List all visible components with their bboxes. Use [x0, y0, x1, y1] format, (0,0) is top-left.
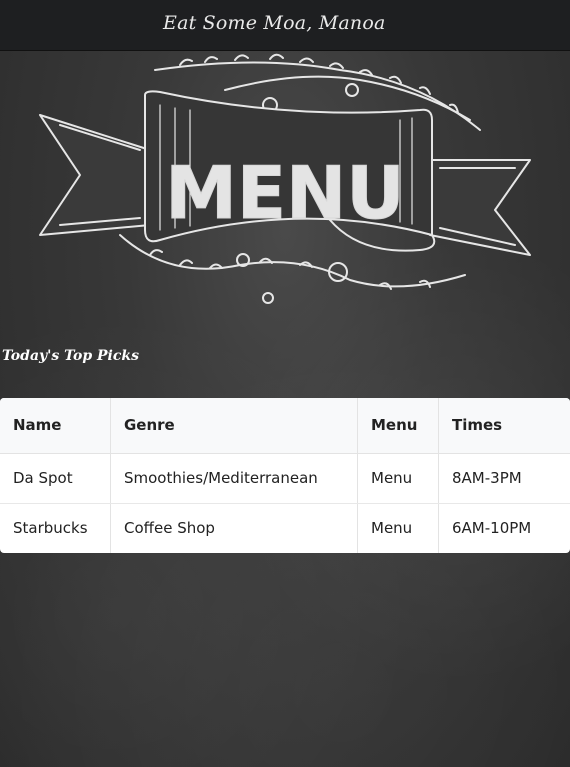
table-row: Da Spot Smoothies/Mediterranean Menu 8AM… — [0, 453, 570, 504]
cell-genre: Coffee Shop — [110, 503, 358, 553]
menu-link[interactable]: Menu — [357, 503, 439, 553]
cell-times: 8AM-3PM — [438, 453, 570, 504]
top-picks-table: Name Genre Menu Times Da Spot Smoothies/… — [0, 398, 570, 553]
navbar: Eat Some Moa, Manoa — [0, 0, 570, 51]
brand-title[interactable]: Eat Some Moa, Manoa — [163, 12, 386, 34]
table-header-row: Name Genre Menu Times — [0, 398, 570, 454]
cell-name: Da Spot — [0, 453, 111, 504]
header-menu: Menu — [357, 398, 439, 454]
menu-banner-illustration: MENU — [0, 50, 570, 340]
header-genre: Genre — [110, 398, 358, 454]
table-row: Starbucks Coffee Shop Menu 6AM-10PM — [0, 503, 570, 553]
cell-genre: Smoothies/Mediterranean — [110, 453, 358, 504]
menu-link[interactable]: Menu — [357, 453, 439, 504]
header-times: Times — [438, 398, 570, 454]
cell-name: Starbucks — [0, 503, 111, 553]
section-title: Today's Top Picks — [2, 348, 139, 364]
cell-times: 6AM-10PM — [452, 519, 532, 538]
menu-banner-text: MENU — [165, 151, 405, 235]
header-name: Name — [0, 398, 111, 454]
bottom-vine — [119, 234, 466, 288]
